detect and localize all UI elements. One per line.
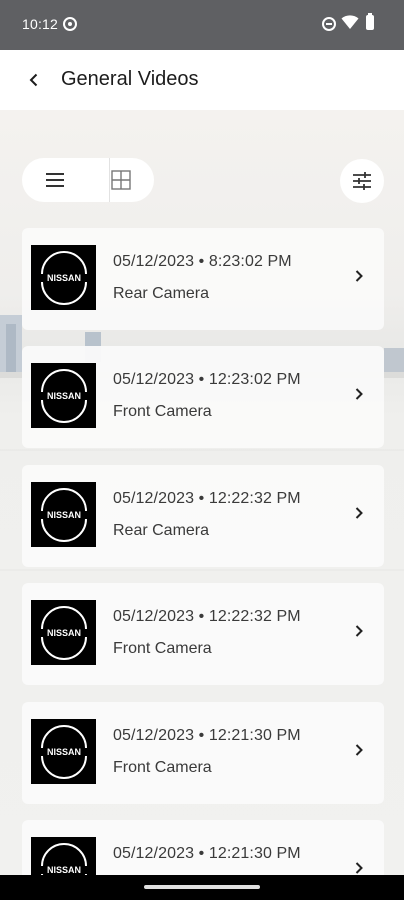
wifi-icon xyxy=(341,15,359,29)
nissan-logo-icon: NISSAN xyxy=(40,250,87,305)
svg-text:NISSAN: NISSAN xyxy=(46,391,80,401)
video-camera-label: Rear Camera xyxy=(113,285,210,302)
notification-icon xyxy=(63,17,77,31)
video-camera-label: Front Camera xyxy=(113,759,212,776)
grid-view-button[interactable] xyxy=(88,158,154,202)
status-time: 10:12 xyxy=(22,16,59,32)
svg-text:NISSAN: NISSAN xyxy=(46,510,80,520)
back-arrow-icon xyxy=(29,73,38,87)
do-not-disturb-icon xyxy=(322,17,336,31)
chevron-right-icon xyxy=(352,623,366,639)
video-list-item[interactable]: NISSAN 05/12/2023 • 12:21:30 PM Front Ca… xyxy=(22,702,384,804)
chevron-right-icon xyxy=(352,505,366,521)
chevron-right-icon xyxy=(352,860,366,876)
nissan-logo-thumbnail: NISSAN xyxy=(31,245,96,310)
chevron-right-icon xyxy=(352,386,366,402)
nissan-logo-icon: NISSAN xyxy=(40,605,87,660)
view-toggle xyxy=(22,158,154,202)
page-title: General Videos xyxy=(61,68,199,90)
video-timestamp: 05/12/2023 • 12:23:02 PM xyxy=(113,371,301,388)
video-timestamp: 05/12/2023 • 12:22:32 PM xyxy=(113,608,301,625)
video-camera-label: Rear Camera xyxy=(113,522,210,539)
chevron-right-icon xyxy=(352,742,366,758)
list-view-button[interactable] xyxy=(22,158,88,202)
nissan-logo-thumbnail: NISSAN xyxy=(31,482,96,547)
chevron-right-icon xyxy=(352,268,366,284)
nissan-logo-icon: NISSAN xyxy=(40,487,87,542)
nissan-logo-icon: NISSAN xyxy=(40,724,87,779)
list-icon xyxy=(46,173,64,187)
home-indicator[interactable] xyxy=(144,885,260,889)
video-list-item[interactable]: NISSAN 05/12/2023 • 12:22:32 PM Rear Cam… xyxy=(22,465,384,567)
video-camera-label: Front Camera xyxy=(113,640,212,657)
svg-text:NISSAN: NISSAN xyxy=(46,865,80,875)
video-timestamp: 05/12/2023 • 12:21:30 PM xyxy=(113,727,301,744)
nissan-logo-thumbnail: NISSAN xyxy=(31,363,96,428)
nissan-logo-thumbnail: NISSAN xyxy=(31,600,96,665)
app-header: General Videos xyxy=(0,50,404,110)
toggle-divider xyxy=(109,158,110,202)
video-list-item[interactable]: NISSAN 05/12/2023 • 12:23:02 PM Front Ca… xyxy=(22,346,384,448)
video-list-item[interactable]: NISSAN 05/12/2023 • 8:23:02 PM Rear Came… xyxy=(22,228,384,330)
filter-button[interactable] xyxy=(340,159,384,203)
status-bar: 10:12 xyxy=(0,0,404,50)
system-nav-bar xyxy=(0,875,404,900)
nissan-logo-icon: NISSAN xyxy=(40,368,87,423)
video-timestamp: 05/12/2023 • 8:23:02 PM xyxy=(113,253,292,270)
video-timestamp: 05/12/2023 • 12:22:32 PM xyxy=(113,490,301,507)
svg-text:NISSAN: NISSAN xyxy=(46,273,80,283)
video-list-item[interactable]: NISSAN 05/12/2023 • 12:22:32 PM Front Ca… xyxy=(22,583,384,685)
svg-text:NISSAN: NISSAN xyxy=(46,628,80,638)
video-camera-label: Front Camera xyxy=(113,403,212,420)
back-button[interactable] xyxy=(20,66,48,94)
filter-sliders-icon xyxy=(353,172,371,190)
battery-icon xyxy=(366,13,374,30)
svg-text:NISSAN: NISSAN xyxy=(46,747,80,757)
nissan-logo-thumbnail: NISSAN xyxy=(31,719,96,784)
video-timestamp: 05/12/2023 • 12:21:30 PM xyxy=(113,845,301,862)
grid-icon xyxy=(111,170,131,190)
